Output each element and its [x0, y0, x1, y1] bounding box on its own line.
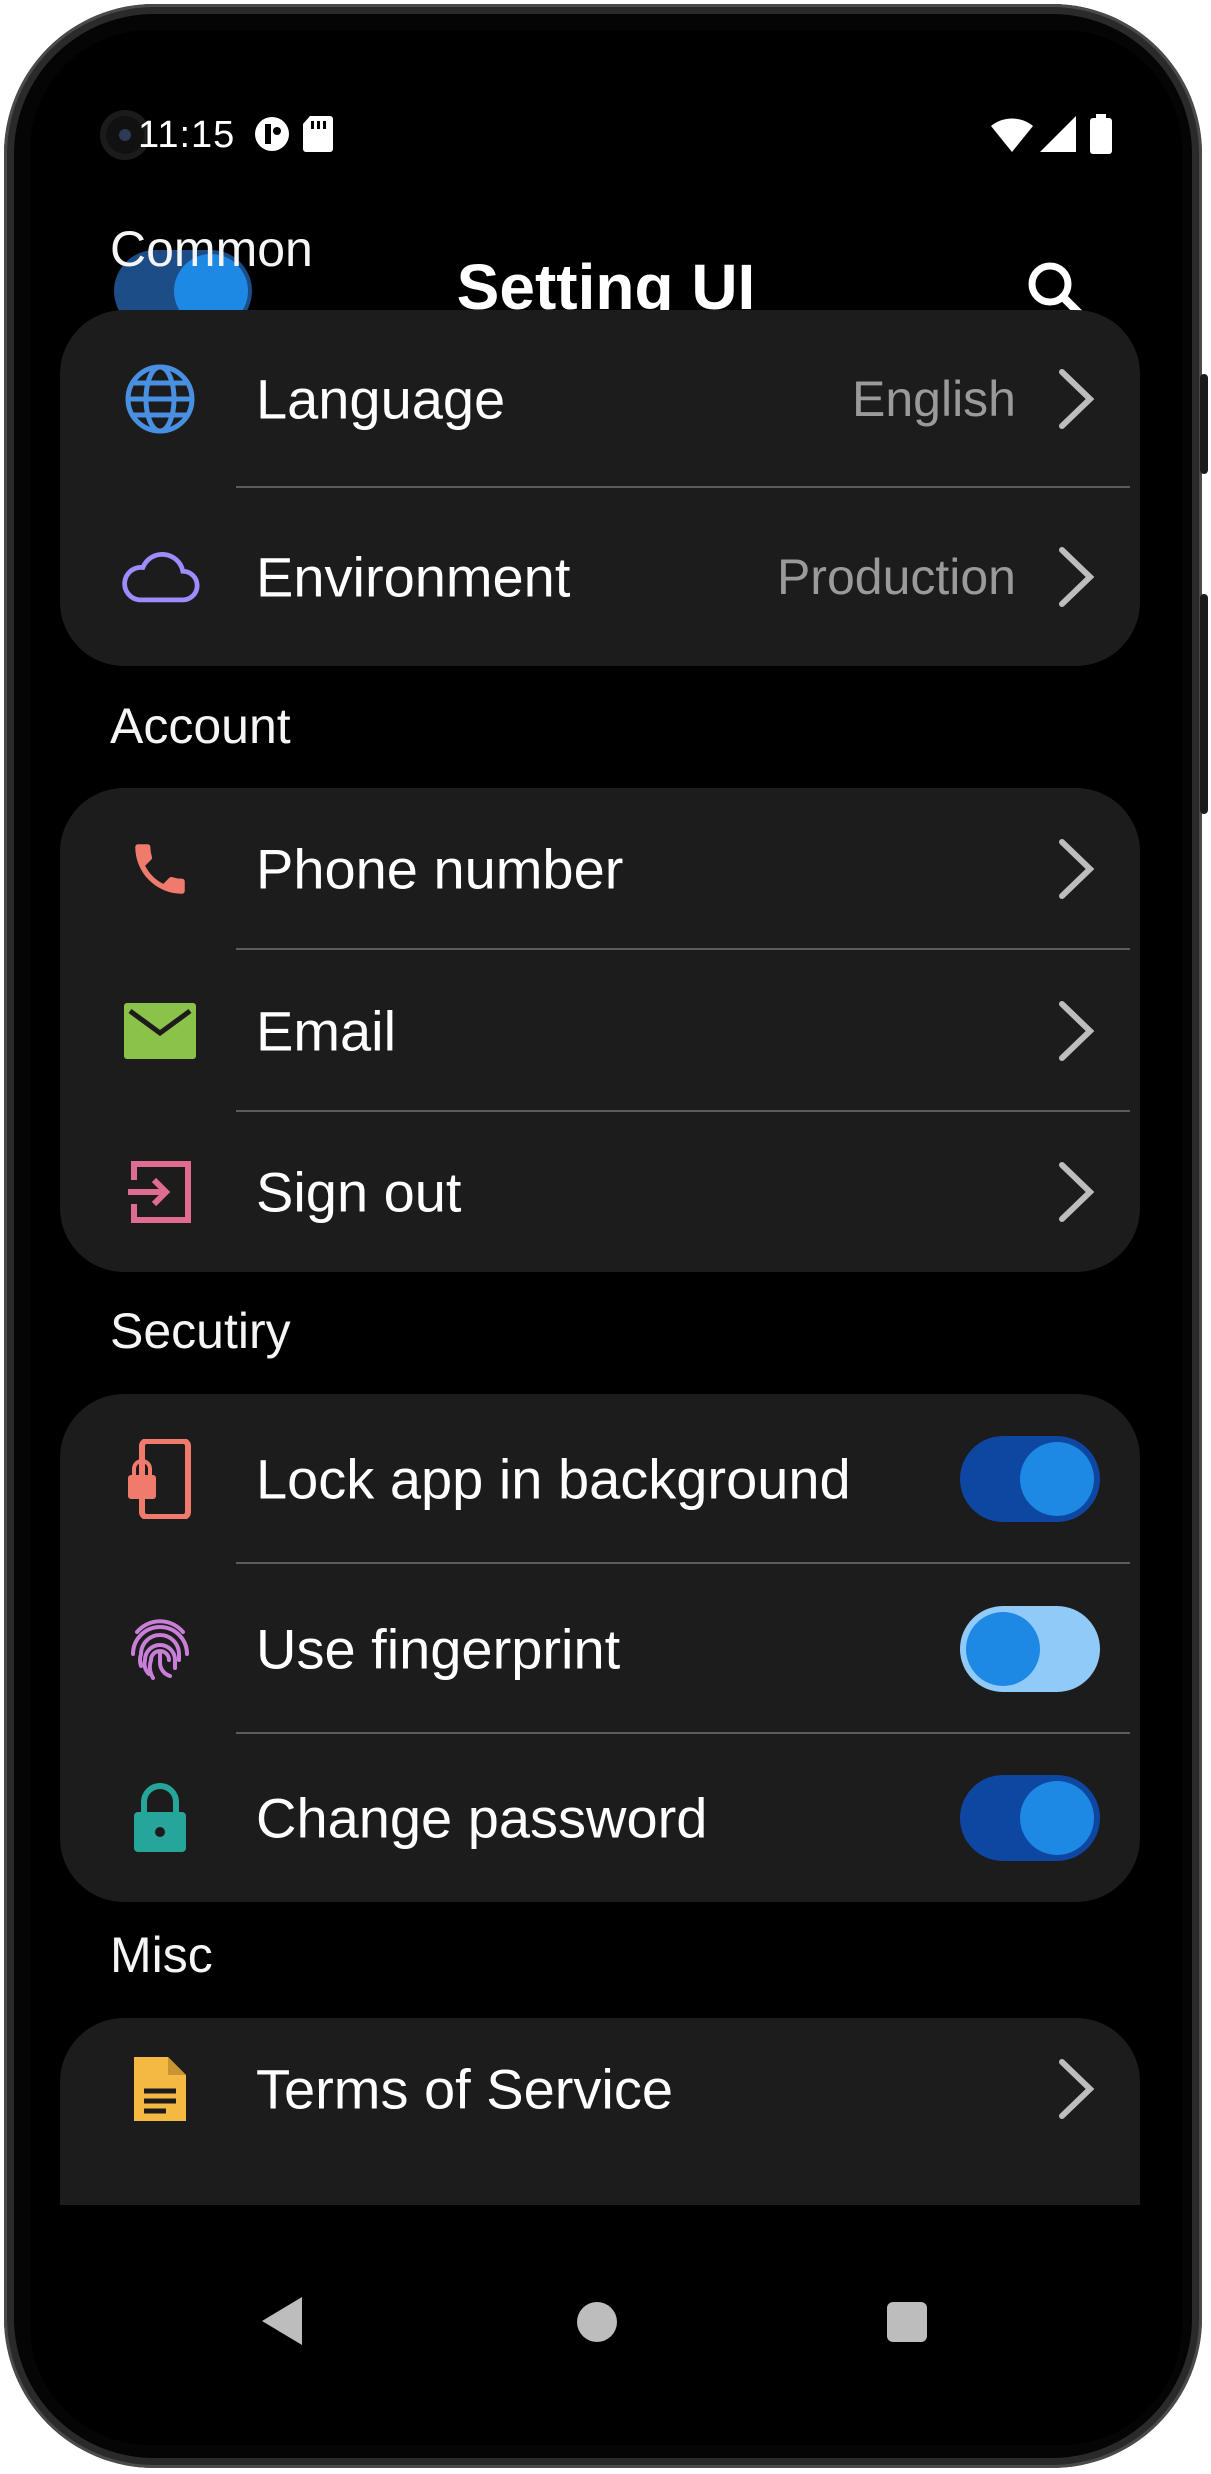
- recents-icon[interactable]: [887, 2302, 927, 2342]
- setting-label: Terms of Service: [256, 2057, 673, 2121]
- card-account: Phone number Email Sign out: [60, 788, 1140, 1272]
- change-password-switch[interactable]: [960, 1775, 1100, 1861]
- power-button: [1200, 374, 1208, 474]
- home-icon[interactable]: [577, 2302, 617, 2342]
- setting-label: Lock app in background: [256, 1447, 851, 1511]
- switch-knob: [966, 1612, 1040, 1686]
- setting-label: Phone number: [256, 837, 624, 901]
- setting-label: Use fingerprint: [256, 1617, 621, 1681]
- section-header-common: Common: [110, 221, 313, 277]
- chevron-right-icon: [1059, 839, 1095, 899]
- setting-value: Production: [776, 549, 1016, 605]
- navigation-bar: [30, 2205, 1182, 2445]
- sign-out-icon: [120, 1152, 200, 1232]
- chevron-right-icon: [1059, 1001, 1095, 1061]
- setting-row-terms[interactable]: Terms of Service: [60, 2018, 1140, 2160]
- setting-row-environment[interactable]: Environment Production: [60, 488, 1140, 666]
- card-common: Language English Environment Production: [60, 310, 1140, 666]
- chevron-right-icon: [1059, 2059, 1095, 2119]
- section-header-security: Secutiry: [110, 1303, 291, 1359]
- section-header-misc: Misc: [110, 1927, 213, 1983]
- globe-icon: [120, 359, 200, 439]
- wifi-icon: [990, 114, 1034, 159]
- setting-value: English: [852, 371, 1016, 427]
- setting-row-language[interactable]: Language English: [60, 310, 1140, 488]
- setting-label: Change password: [256, 1786, 708, 1850]
- chevron-right-icon: [1059, 1162, 1095, 1222]
- setting-row-fingerprint: Use fingerprint: [60, 1564, 1140, 1734]
- setting-label: Sign out: [256, 1160, 462, 1224]
- cell-signal-icon: [1038, 114, 1078, 159]
- chevron-right-icon: [1059, 547, 1095, 607]
- fingerprint-icon: [120, 1609, 200, 1689]
- lock-app-switch[interactable]: [960, 1436, 1100, 1522]
- phone-icon: [120, 829, 200, 909]
- email-icon: [120, 991, 200, 1071]
- padlock-icon: [120, 1778, 200, 1858]
- fingerprint-switch[interactable]: [960, 1606, 1100, 1692]
- switch-knob: [1020, 1781, 1094, 1855]
- setting-row-sign-out[interactable]: Sign out: [60, 1112, 1140, 1272]
- chevron-right-icon: [1059, 369, 1095, 429]
- section-header-account: Account: [110, 698, 291, 754]
- battery-icon: [1088, 114, 1114, 159]
- setting-label: Environment: [256, 545, 571, 609]
- switch-knob: [1020, 1442, 1094, 1516]
- status-time: 11:15: [138, 114, 236, 156]
- volume-button: [1200, 594, 1208, 814]
- setting-label: Email: [256, 999, 397, 1063]
- notification-icon: [252, 114, 292, 159]
- setting-row-phone-number[interactable]: Phone number: [60, 788, 1140, 950]
- setting-row-change-password: Change password: [60, 1734, 1140, 1902]
- setting-label: Language: [256, 367, 506, 431]
- screen: 11:15 Setting UI Common Language English…: [30, 30, 1182, 2445]
- sd-card-icon: [302, 114, 334, 159]
- setting-row-email[interactable]: Email: [60, 950, 1140, 1112]
- status-bar: 11:15: [30, 112, 1182, 162]
- card-security: Lock app in background Use fingerprint C…: [60, 1394, 1140, 1902]
- cloud-icon: [120, 537, 200, 617]
- back-icon[interactable]: [260, 2295, 304, 2347]
- document-icon: [120, 2049, 200, 2129]
- setting-row-lock-app: Lock app in background: [60, 1394, 1140, 1564]
- lock-phone-icon: [120, 1439, 200, 1519]
